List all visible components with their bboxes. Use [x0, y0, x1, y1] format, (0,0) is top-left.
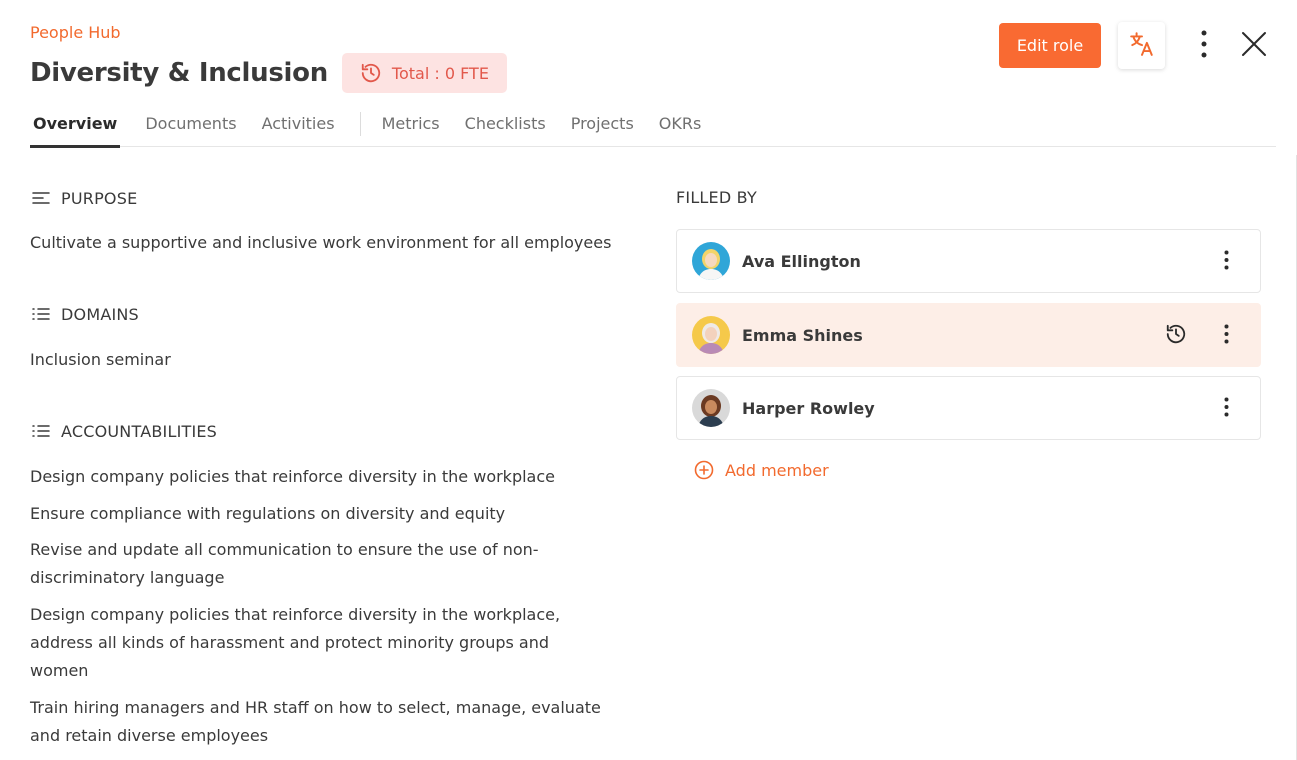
more-options-button[interactable]	[1190, 30, 1218, 62]
member-card[interactable]: Emma Shines	[676, 303, 1261, 367]
tab-bar: Overview Documents Activities Metrics Ch…	[30, 110, 1276, 148]
translate-icon	[1129, 31, 1155, 61]
add-member-button[interactable]: Add member	[694, 460, 829, 480]
more-vertical-icon	[1201, 30, 1207, 62]
history-icon	[360, 62, 382, 84]
member-name[interactable]: Emma Shines	[742, 326, 863, 345]
history-icon	[1165, 323, 1187, 349]
purpose-text: Cultivate a supportive and inclusive wor…	[30, 233, 612, 252]
translate-button[interactable]	[1118, 22, 1165, 69]
more-vertical-icon	[1224, 250, 1229, 274]
breadcrumb[interactable]: People Hub	[30, 23, 121, 42]
member-more-button[interactable]	[1216, 248, 1236, 276]
member-card[interactable]: Harper Rowley	[676, 376, 1261, 440]
plus-circle-icon	[694, 460, 714, 480]
add-member-label: Add member	[725, 460, 829, 480]
member-more-button[interactable]	[1216, 395, 1236, 423]
tab-divider	[359, 112, 361, 136]
accountability-item: Design company policies that reinforce d…	[30, 467, 555, 486]
fte-badge[interactable]: Total : 0 FTE	[341, 53, 507, 93]
avatar	[692, 242, 730, 280]
domains-heading-label: DOMAINS	[61, 304, 139, 324]
tab-checklists[interactable]: Checklists	[465, 110, 546, 147]
accountabilities-heading: ACCOUNTABILITIES	[30, 420, 217, 442]
align-left-icon	[30, 187, 52, 209]
accountability-item: Revise and update all communication to e…	[30, 540, 539, 587]
accountabilities-heading-label: ACCOUNTABILITIES	[61, 421, 218, 441]
member-more-button[interactable]	[1216, 322, 1236, 350]
more-vertical-icon	[1224, 397, 1229, 421]
tab-metrics[interactable]: Metrics	[382, 110, 440, 147]
close-icon	[1241, 31, 1267, 61]
avatar	[692, 316, 730, 354]
filled-by-heading: FILLED BY	[676, 188, 757, 207]
member-name[interactable]: Harper Rowley	[742, 399, 875, 418]
tab-overview[interactable]: Overview	[30, 110, 121, 148]
member-name[interactable]: Ava Ellington	[742, 252, 861, 271]
domain-item: Inclusion seminar	[30, 350, 171, 369]
edit-role-button[interactable]: Edit role	[999, 23, 1101, 68]
close-button[interactable]	[1238, 30, 1270, 62]
accountability-item: Train hiring managers and HR staff on ho…	[30, 698, 601, 745]
page-title: Diversity & Inclusion	[30, 58, 328, 88]
tab-documents[interactable]: Documents	[145, 110, 236, 147]
title-row: Diversity & Inclusion Total : 0 FTE	[30, 53, 507, 93]
tab-projects[interactable]: Projects	[571, 110, 634, 147]
tab-okrs[interactable]: OKRs	[659, 110, 702, 147]
more-vertical-icon	[1224, 324, 1229, 348]
member-card[interactable]: Ava Ellington	[676, 229, 1261, 293]
list-icon	[30, 303, 52, 325]
tab-activities[interactable]: Activities	[262, 110, 335, 147]
list-icon	[30, 420, 52, 442]
purpose-heading: PURPOSE	[30, 187, 137, 209]
purpose-heading-label: PURPOSE	[61, 188, 138, 208]
accountability-item: Ensure compliance with regulations on di…	[30, 504, 506, 523]
member-history-button[interactable]	[1164, 324, 1188, 348]
accountability-item: Design company policies that reinforce d…	[30, 605, 561, 680]
fte-badge-label: Total : 0 FTE	[391, 63, 489, 83]
avatar	[692, 389, 730, 427]
domains-heading: DOMAINS	[30, 303, 139, 325]
